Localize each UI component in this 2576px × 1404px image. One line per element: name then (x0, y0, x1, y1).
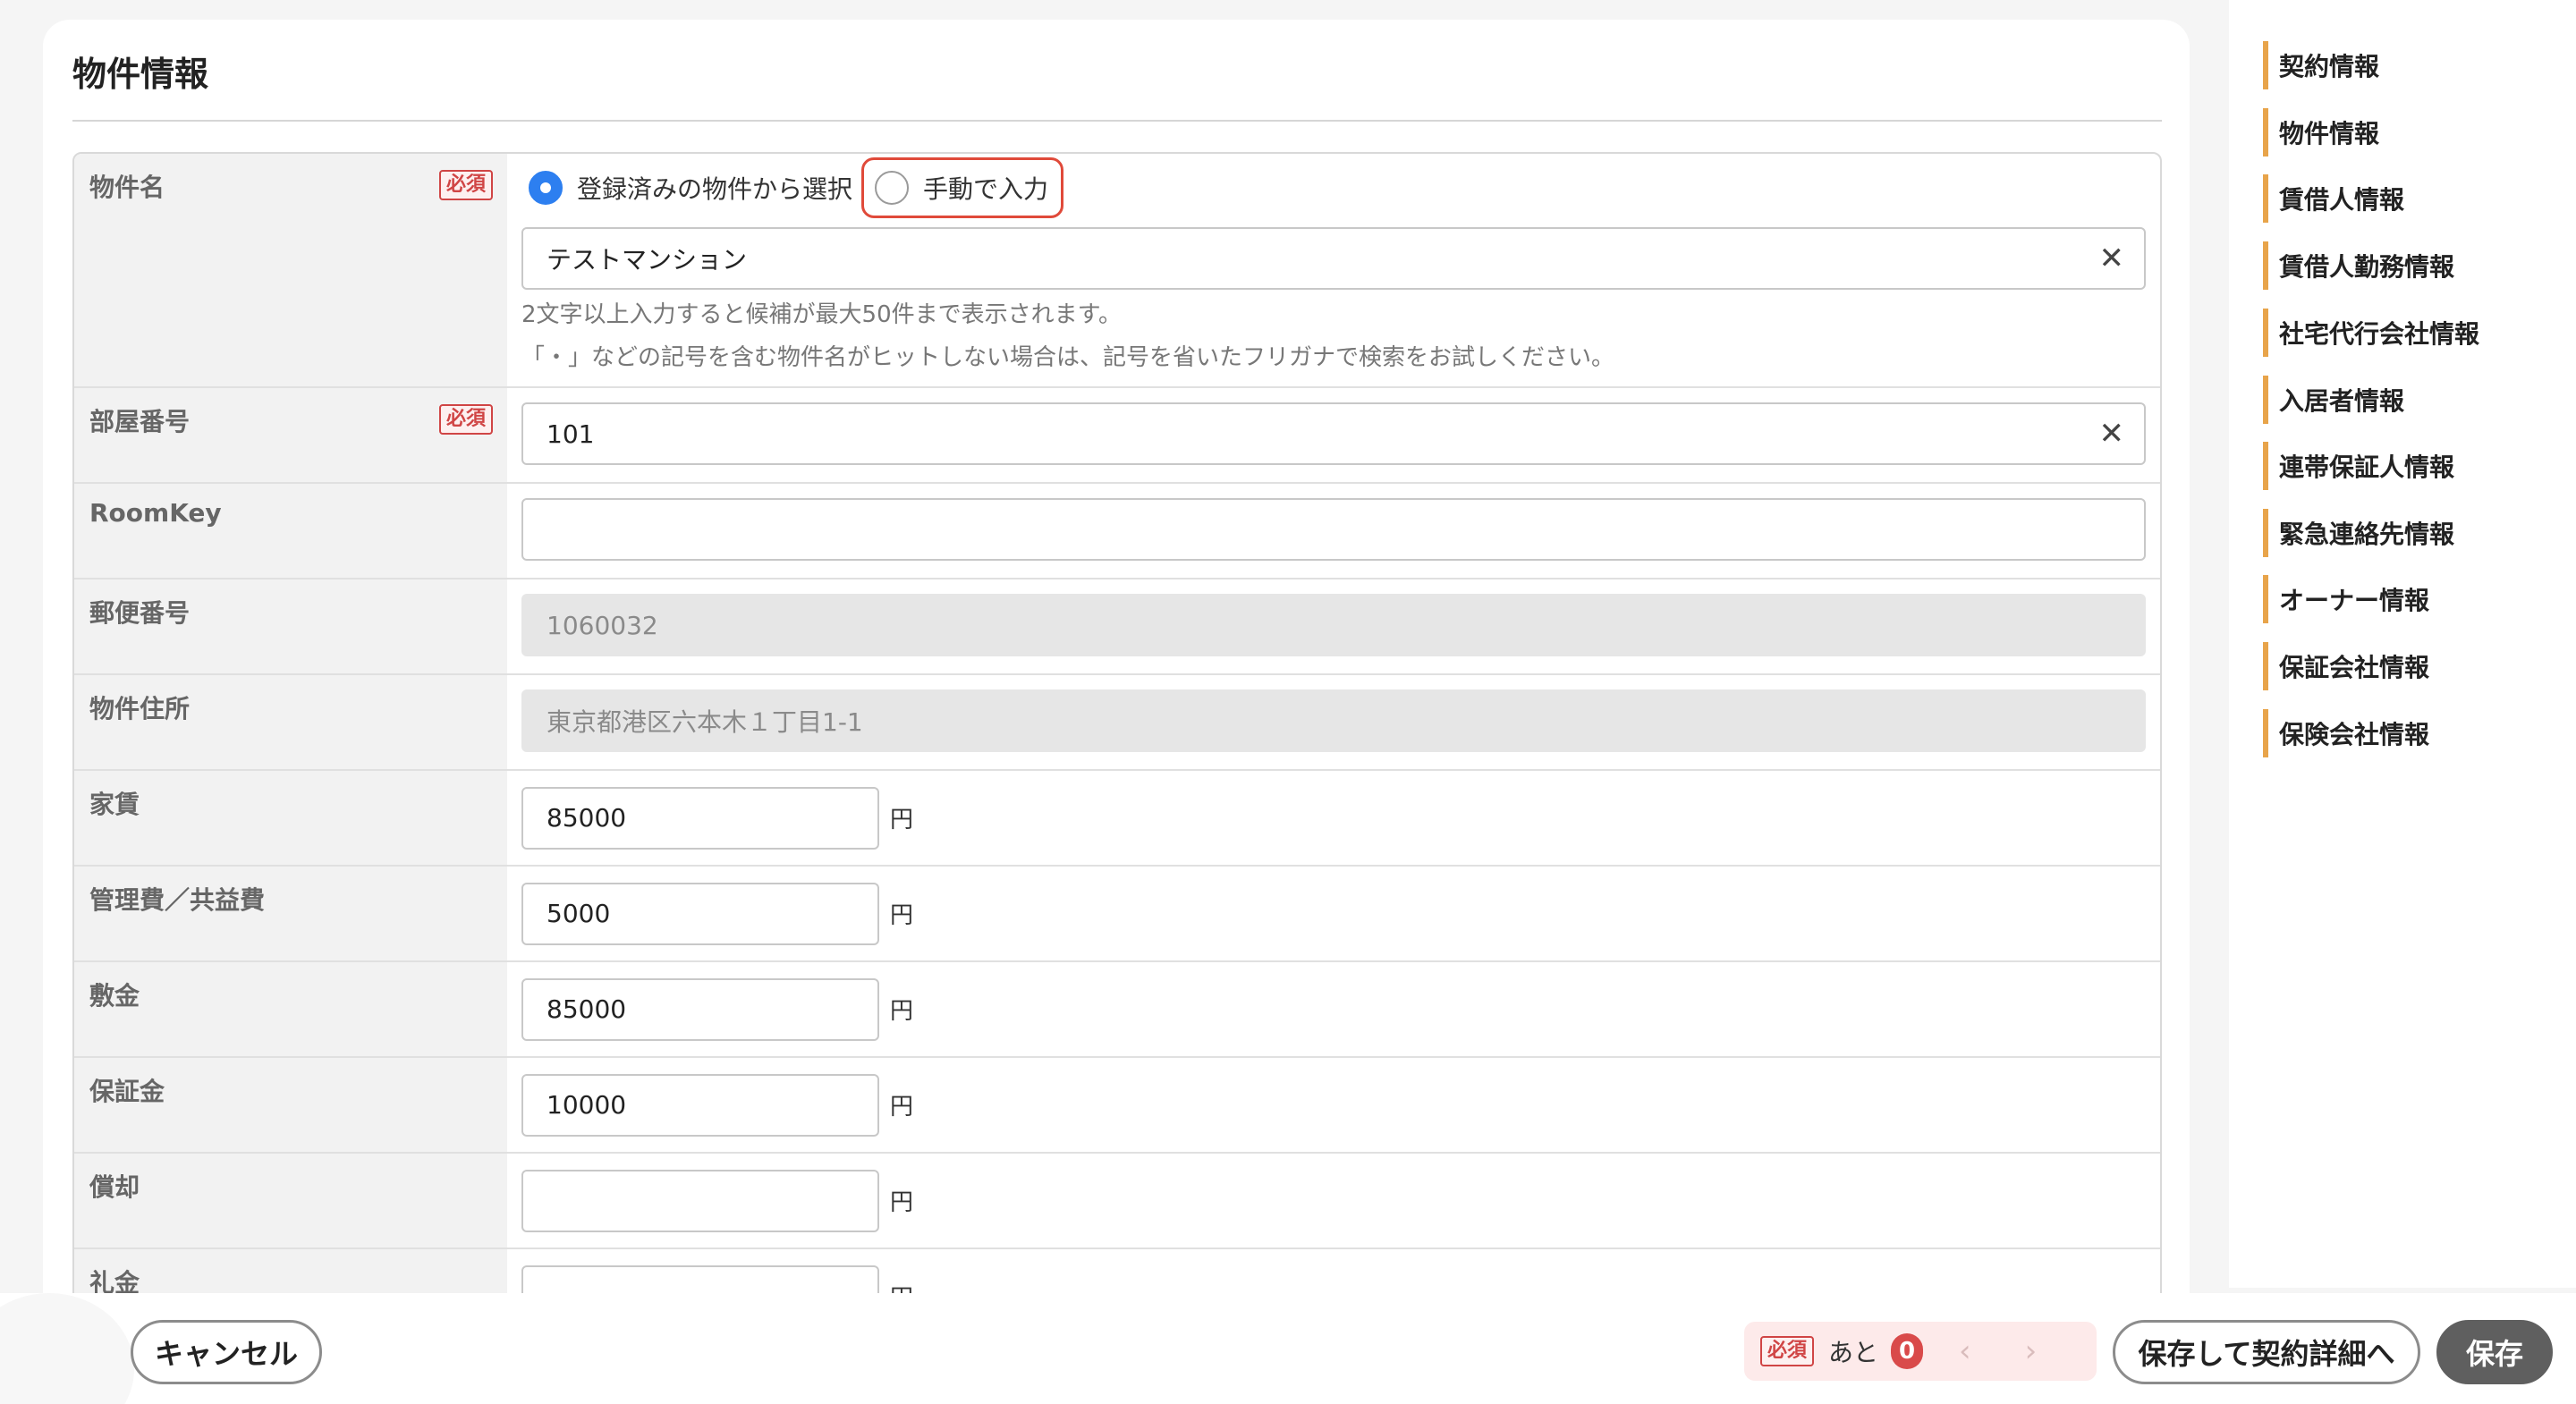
row-postal-code: 郵便番号 1060032 (74, 578, 2160, 673)
nav-item-tenant-info[interactable]: 賃借人情報 (2263, 174, 2404, 223)
footer-action-bar: キャンセル 必須 あと 0 ‹ › 保存して契約詳細へ 保存 (0, 1293, 2576, 1404)
cancel-button[interactable]: キャンセル (131, 1320, 322, 1384)
save-button[interactable]: 保存 (2436, 1320, 2553, 1384)
yen-unit: 円 (890, 1189, 914, 1216)
postal-code-label: 郵便番号 (89, 598, 191, 628)
clear-icon[interactable]: ✕ (2099, 419, 2125, 449)
management-fee-value: 5000 (547, 899, 611, 928)
row-deposit: 敷金 85000 円 (74, 960, 2160, 1056)
postal-code-input: 1060032 (521, 594, 2146, 656)
section-title: 物件情報 (72, 55, 209, 94)
row-address: 物件住所 東京都港区六本木１丁目1-1 (74, 673, 2160, 769)
property-name-label: 物件名 (89, 173, 165, 202)
remaining-label: あと (1828, 1338, 1879, 1367)
room-number-value: 101 (547, 419, 595, 449)
nav-item-joint-guarantor-info[interactable]: 連帯保証人情報 (2263, 442, 2454, 490)
room-key-input[interactable] (521, 498, 2146, 561)
room-number-label: 部屋番号 (89, 407, 191, 436)
required-badge: 必須 (438, 404, 493, 435)
nav-item-company-housing-agent-info[interactable]: 社宅代行会社情報 (2263, 309, 2479, 357)
deposit-input[interactable]: 85000 (521, 977, 879, 1041)
nav-item-emergency-contact-info[interactable]: 緊急連絡先情報 (2263, 509, 2454, 557)
yen-unit: 円 (890, 902, 914, 929)
rent-value: 85000 (547, 803, 627, 833)
nav-item-tenant-employment-info[interactable]: 賃借人勤務情報 (2263, 241, 2454, 290)
required-badge: 必須 (1760, 1336, 1815, 1366)
radio-registered-label: 登録済みの物件から選択 (577, 174, 853, 204)
row-property-name: 物件名 必須 登録済みの物件から選択 手動で入力 テストマンション ✕ 2文字以… (74, 154, 2160, 386)
yen-unit: 円 (890, 807, 914, 833)
rent-input[interactable]: 85000 (521, 786, 879, 850)
row-room-key: RoomKey (74, 482, 2160, 578)
amortization-input[interactable] (521, 1169, 879, 1232)
row-management-fee: 管理費／共益費 5000 円 (74, 865, 2160, 960)
radio-registered-property[interactable]: 登録済みの物件から選択 (521, 157, 860, 218)
guarantee-money-input[interactable]: 10000 (521, 1073, 879, 1137)
address-label: 物件住所 (89, 694, 191, 723)
deposit-value: 85000 (547, 994, 627, 1024)
guarantee-money-label: 保証金 (89, 1077, 165, 1106)
row-rent: 家賃 85000 円 (74, 769, 2160, 865)
yen-unit: 円 (890, 998, 914, 1025)
property-name-value: テストマンション (547, 245, 748, 275)
room-key-label: RoomKey (89, 498, 222, 528)
clear-icon[interactable]: ✕ (2099, 243, 2125, 274)
save-and-go-to-detail-button[interactable]: 保存して契約詳細へ (2113, 1320, 2420, 1384)
property-form: 物件名 必須 登録済みの物件から選択 手動で入力 テストマンション ✕ 2文字以… (72, 152, 2162, 1325)
address-value: 東京都港区六本木１丁目1-1 (547, 707, 863, 737)
title-divider (72, 120, 2162, 122)
required-remaining-counter: 必須 あと 0 ‹ › (1744, 1322, 2097, 1381)
address-input: 東京都港区六本木１丁目1-1 (521, 689, 2146, 752)
management-fee-label: 管理費／共益費 (89, 885, 266, 915)
deposit-label: 敷金 (89, 981, 140, 1011)
property-name-input[interactable]: テストマンション ✕ (521, 227, 2146, 290)
amortization-label: 償却 (89, 1172, 140, 1202)
rent-label: 家賃 (89, 790, 140, 819)
row-amortization: 償却 円 (74, 1152, 2160, 1248)
management-fee-input[interactable]: 5000 (521, 882, 879, 945)
nav-item-guarantee-company-info[interactable]: 保証会社情報 (2263, 642, 2429, 690)
room-number-input[interactable]: 101 ✕ (521, 402, 2146, 465)
nav-item-owner-info[interactable]: オーナー情報 (2263, 575, 2429, 623)
scroll-top-area (0, 1293, 134, 1404)
nav-item-contract-info[interactable]: 契約情報 (2263, 41, 2379, 89)
help-text-line1: 2文字以上入力すると候補が最大50件まで表示されます。 (521, 301, 1123, 328)
row-room-number: 部屋番号 必須 101 ✕ (74, 386, 2160, 482)
row-guarantee-money: 保証金 10000 円 (74, 1056, 2160, 1152)
required-badge: 必須 (438, 170, 493, 200)
chevron-left-icon[interactable]: ‹ (1959, 1333, 1971, 1369)
property-info-panel: 物件情報 物件名 必須 登録済みの物件から選択 手動で入力 テストマンション ✕… (43, 20, 2190, 1325)
radio-checked-icon (529, 171, 563, 205)
property-source-radio-group: 登録済みの物件から選択 手動で入力 (521, 154, 2146, 222)
yen-unit: 円 (890, 1094, 914, 1121)
guarantee-money-value: 10000 (547, 1090, 627, 1120)
chevron-right-icon[interactable]: › (2025, 1333, 2038, 1369)
radio-manual-label: 手動で入力 (923, 174, 1049, 204)
remaining-count-badge: 0 (1891, 1333, 1924, 1369)
help-text-line2: 「・」などの記号を含む物件名がヒットしない場合は、記号を省いたフリガナで検索をお… (521, 344, 1615, 371)
radio-manual-input[interactable]: 手動で入力 (861, 157, 1064, 218)
nav-item-insurance-company-info[interactable]: 保険会社情報 (2263, 709, 2429, 757)
nav-item-resident-info[interactable]: 入居者情報 (2263, 376, 2404, 424)
postal-code-value: 1060032 (547, 610, 658, 640)
nav-item-property-info[interactable]: 物件情報 (2263, 108, 2379, 156)
section-nav-sidebar: 契約情報 物件情報 賃借人情報 賃借人勤務情報 社宅代行会社情報 入居者情報 連… (2229, 0, 2576, 1288)
radio-unchecked-icon (875, 171, 910, 205)
